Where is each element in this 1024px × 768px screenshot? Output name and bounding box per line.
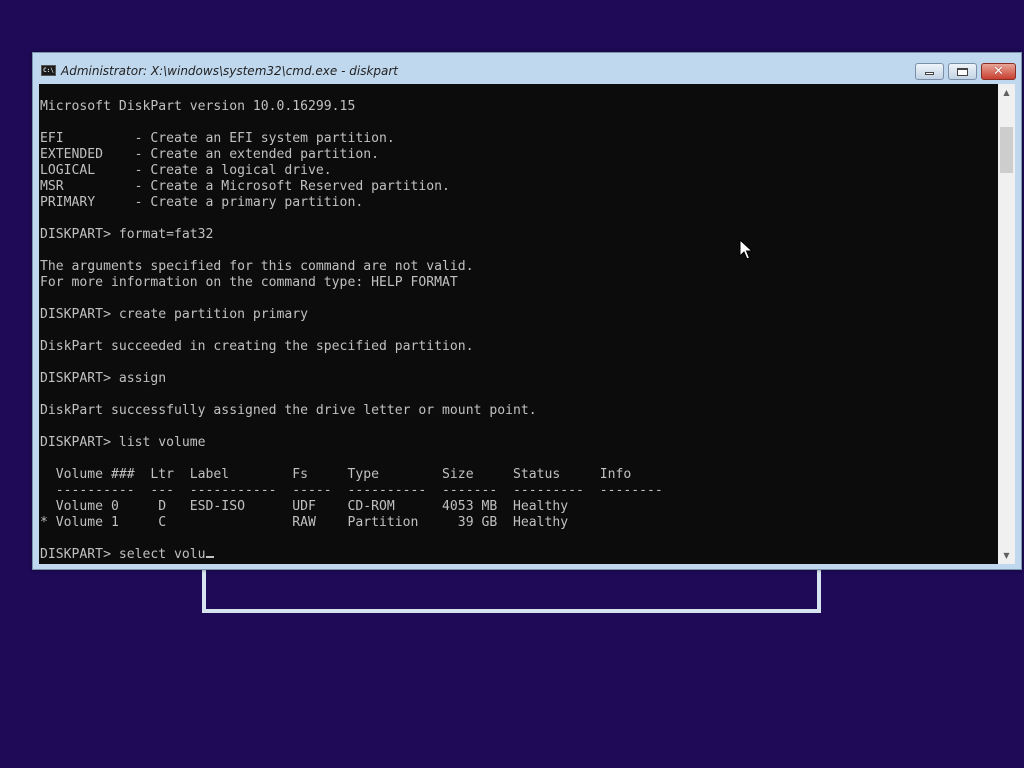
console-line: DiskPart succeeded in creating the speci… [40, 339, 474, 354]
title-bar[interactable]: C:\ Administrator: X:\windows\system32\c… [33, 53, 1021, 83]
scroll-down-arrow-icon[interactable]: ▼ [998, 547, 1015, 564]
maximize-icon [957, 67, 968, 76]
console-line: ---------- --- ----------- ----- -------… [40, 483, 663, 498]
cmd-app-icon[interactable]: C:\ [41, 65, 56, 76]
console-line: PRIMARY - Create a primary partition. [40, 195, 364, 210]
maximize-button[interactable] [948, 63, 977, 80]
console-line: * Volume 1 C RAW Partition 39 GB Healthy [40, 515, 569, 530]
close-button[interactable]: ✕ [981, 63, 1016, 80]
prompt-line[interactable]: DISKPART> select volu [40, 547, 663, 563]
console-output[interactable]: Microsoft DiskPart version 10.0.16299.15… [39, 84, 998, 564]
console-line: Microsoft DiskPart version 10.0.16299.15 [40, 99, 356, 114]
console-line: Volume ### Ltr Label Fs Type Size Status… [40, 467, 632, 482]
console-line: For more information on the command type… [40, 275, 458, 290]
close-icon: ✕ [993, 64, 1004, 79]
command-input[interactable]: select volu [119, 547, 206, 562]
text-caret [205, 556, 214, 558]
window-title: Administrator: X:\windows\system32\cmd.e… [61, 64, 399, 78]
console-line: Volume 0 D ESD-ISO UDF CD-ROM 4053 MB He… [40, 499, 569, 514]
vertical-scrollbar[interactable]: ▲ ▼ [998, 84, 1015, 564]
background-window [202, 566, 821, 613]
cmd-window[interactable]: C:\ Administrator: X:\windows\system32\c… [32, 52, 1022, 570]
console-line: EXTENDED - Create an extended partition. [40, 147, 379, 162]
console-line: MSR - Create a Microsoft Reserved partit… [40, 179, 450, 194]
scroll-up-arrow-icon[interactable]: ▲ [998, 84, 1015, 101]
console-line: DISKPART> list volume [40, 435, 206, 450]
prompt-label: DISKPART> [40, 547, 119, 562]
console-text: Microsoft DiskPart version 10.0.16299.15… [40, 99, 663, 563]
minimize-button[interactable] [915, 63, 944, 80]
console-line: The arguments specified for this command… [40, 259, 474, 274]
console-line: DiskPart successfully assigned the drive… [40, 403, 537, 418]
console-line: DISKPART> assign [40, 371, 167, 386]
console-line: DISKPART> format=fat32 [40, 227, 214, 242]
scrollbar-thumb[interactable] [1000, 127, 1013, 173]
minimize-icon [925, 72, 934, 75]
console-line: EFI - Create an EFI system partition. [40, 131, 395, 146]
mouse-pointer-icon [739, 239, 753, 260]
console-line: LOGICAL - Create a logical drive. [40, 163, 332, 178]
console-line: DISKPART> create partition primary [40, 307, 309, 322]
